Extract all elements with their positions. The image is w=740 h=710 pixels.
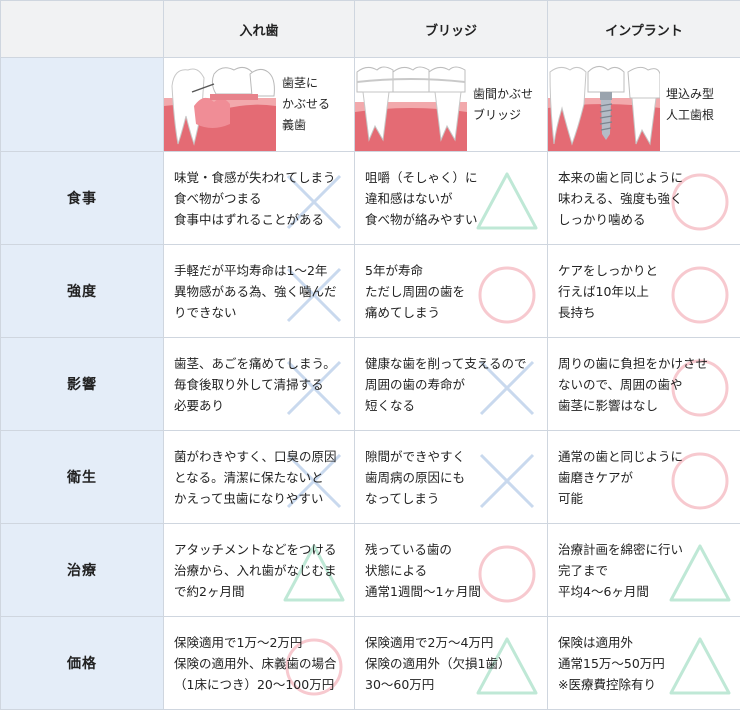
row-label: 治療 (1, 524, 164, 617)
denture-cell: アタッチメントなどをつける 治療から、入れ歯がなじむま で約2ヶ月間 (164, 524, 355, 617)
implant-cell: ケアをしっかりと 行えば10年以上 長持ち (548, 245, 740, 338)
row-label: 影響 (1, 338, 164, 431)
implant-cell: 本来の歯と同じように 味わえる、強度も強く しっかり噛める (548, 152, 740, 245)
cell-text: 保険は適用外 通常15万〜50万円 ※医療費控除有り (548, 632, 740, 695)
bridge-cell: 健康な歯を削って支えるので 周囲の歯の寿命が 短くなる (355, 338, 548, 431)
implant-cell: 保険は適用外 通常15万〜50万円 ※医療費控除有り (548, 617, 740, 710)
cell-text: 残っている歯の 状態による 通常1週間〜1ヶ月間 (355, 539, 547, 602)
table-row: 治療アタッチメントなどをつける 治療から、入れ歯がなじむま で約2ヶ月間残ってい… (1, 524, 740, 617)
header-bridge: ブリッジ (355, 1, 548, 58)
denture-cell: 歯茎、あごを痛めてしまう。 毎食後取り外して清掃する 必要あり (164, 338, 355, 431)
bridge-illustration-cell: 歯間かぶせ ブリッジ (355, 58, 548, 152)
cell-text: 手軽だが平均寿命は1〜2年 異物感がある為、強く噛んだ りできない (164, 260, 354, 323)
implant-cell: 通常の歯と同じように 歯磨きケアが 可能 (548, 431, 740, 524)
cell-text: 菌がわきやすく、口臭の原因 となる。清潔に保たないと かえって虫歯になりやすい (164, 446, 354, 509)
cell-text: アタッチメントなどをつける 治療から、入れ歯がなじむま で約2ヶ月間 (164, 539, 354, 602)
bridge-illustration-label: 歯間かぶせ ブリッジ (473, 58, 533, 151)
cell-text: 隙間ができやすく 歯周病の原因にも なってしまう (355, 446, 547, 509)
cell-text: 咀嚼（そしゃく）に 違和感はないが 食べ物が絡みやすい (355, 167, 547, 230)
bridge-cell: 残っている歯の 状態による 通常1週間〜1ヶ月間 (355, 524, 548, 617)
cell-text: 保険適用で2万〜4万円 保険の適用外（欠損1歯） 30〜60万円 (355, 632, 547, 695)
cell-text: 治療計画を綿密に行い 完了まで 平均4〜6ヶ月間 (548, 539, 740, 602)
cell-text: 歯茎、あごを痛めてしまう。 毎食後取り外して清掃する 必要あり (164, 353, 354, 416)
cell-text: 本来の歯と同じように 味わえる、強度も強く しっかり噛める (548, 167, 740, 230)
denture-cell: 菌がわきやすく、口臭の原因 となる。清潔に保たないと かえって虫歯になりやすい (164, 431, 355, 524)
cell-text: 健康な歯を削って支えるので 周囲の歯の寿命が 短くなる (355, 353, 547, 416)
illustration-row-label (1, 58, 164, 152)
bridge-cell: 5年が寿命 ただし周囲の歯を 痛めてしまう (355, 245, 548, 338)
denture-cell: 保険適用で1万〜2万円 保険の適用外、床義歯の場合 （1床につき）20〜100万… (164, 617, 355, 710)
table-row: 衛生菌がわきやすく、口臭の原因 となる。清潔に保たないと かえって虫歯になりやす… (1, 431, 740, 524)
denture-illustration (164, 58, 276, 151)
bridge-cell: 咀嚼（そしゃく）に 違和感はないが 食べ物が絡みやすい (355, 152, 548, 245)
header-denture: 入れ歯 (164, 1, 355, 58)
bridge-cell: 保険適用で2万〜4万円 保険の適用外（欠損1歯） 30〜60万円 (355, 617, 548, 710)
cell-text: ケアをしっかりと 行えば10年以上 長持ち (548, 260, 740, 323)
table-row: 価格保険適用で1万〜2万円 保険の適用外、床義歯の場合 （1床につき）20〜10… (1, 617, 740, 710)
implant-illustration-cell: 埋込み型 人工歯根 (548, 58, 740, 152)
table-row: 強度手軽だが平均寿命は1〜2年 異物感がある為、強く噛んだ りできない5年が寿命… (1, 245, 740, 338)
implant-illustration-label: 埋込み型 人工歯根 (666, 58, 714, 151)
row-label: 衛生 (1, 431, 164, 524)
header-implant: インプラント (548, 1, 740, 58)
bridge-cell: 隙間ができやすく 歯周病の原因にも なってしまう (355, 431, 548, 524)
row-label: 食事 (1, 152, 164, 245)
denture-cell: 手軽だが平均寿命は1〜2年 異物感がある為、強く噛んだ りできない (164, 245, 355, 338)
denture-cell: 味覚・食感が失われてしまう 食べ物がつまる 食事中はずれることがある (164, 152, 355, 245)
denture-illustration-cell: 歯茎に かぶせる 義歯 (164, 58, 355, 152)
denture-illustration-label: 歯茎に かぶせる 義歯 (282, 58, 330, 151)
cell-text: 5年が寿命 ただし周囲の歯を 痛めてしまう (355, 260, 547, 323)
row-label: 強度 (1, 245, 164, 338)
illustration-row: 歯茎に かぶせる 義歯 歯間かぶせ ブリッジ (1, 58, 740, 152)
table-row: 影響歯茎、あごを痛めてしまう。 毎食後取り外して清掃する 必要あり健康な歯を削っ… (1, 338, 740, 431)
row-label: 価格 (1, 617, 164, 710)
cell-text: 味覚・食感が失われてしまう 食べ物がつまる 食事中はずれることがある (164, 167, 354, 230)
implant-cell: 治療計画を綿密に行い 完了まで 平均4〜6ヶ月間 (548, 524, 740, 617)
table-row: 食事味覚・食感が失われてしまう 食べ物がつまる 食事中はずれることがある咀嚼（そ… (1, 152, 740, 245)
implant-cell: 周りの歯に負担をかけさせ ないので、周囲の歯や 歯茎に影響はなし (548, 338, 740, 431)
cell-text: 保険適用で1万〜2万円 保険の適用外、床義歯の場合 （1床につき）20〜100万… (164, 632, 354, 695)
implant-illustration (548, 58, 660, 151)
bridge-illustration (355, 58, 467, 151)
cell-text: 周りの歯に負担をかけさせ ないので、周囲の歯や 歯茎に影響はなし (548, 353, 740, 416)
header-corner-cell (1, 1, 164, 58)
cell-text: 通常の歯と同じように 歯磨きケアが 可能 (548, 446, 740, 509)
comparison-rows: 食事味覚・食感が失われてしまう 食べ物がつまる 食事中はずれることがある咀嚼（そ… (1, 152, 740, 710)
comparison-table: 入れ歯 ブリッジ インプラント 歯茎に かぶせる 義歯 (0, 0, 740, 710)
header-row: 入れ歯 ブリッジ インプラント (1, 1, 740, 58)
